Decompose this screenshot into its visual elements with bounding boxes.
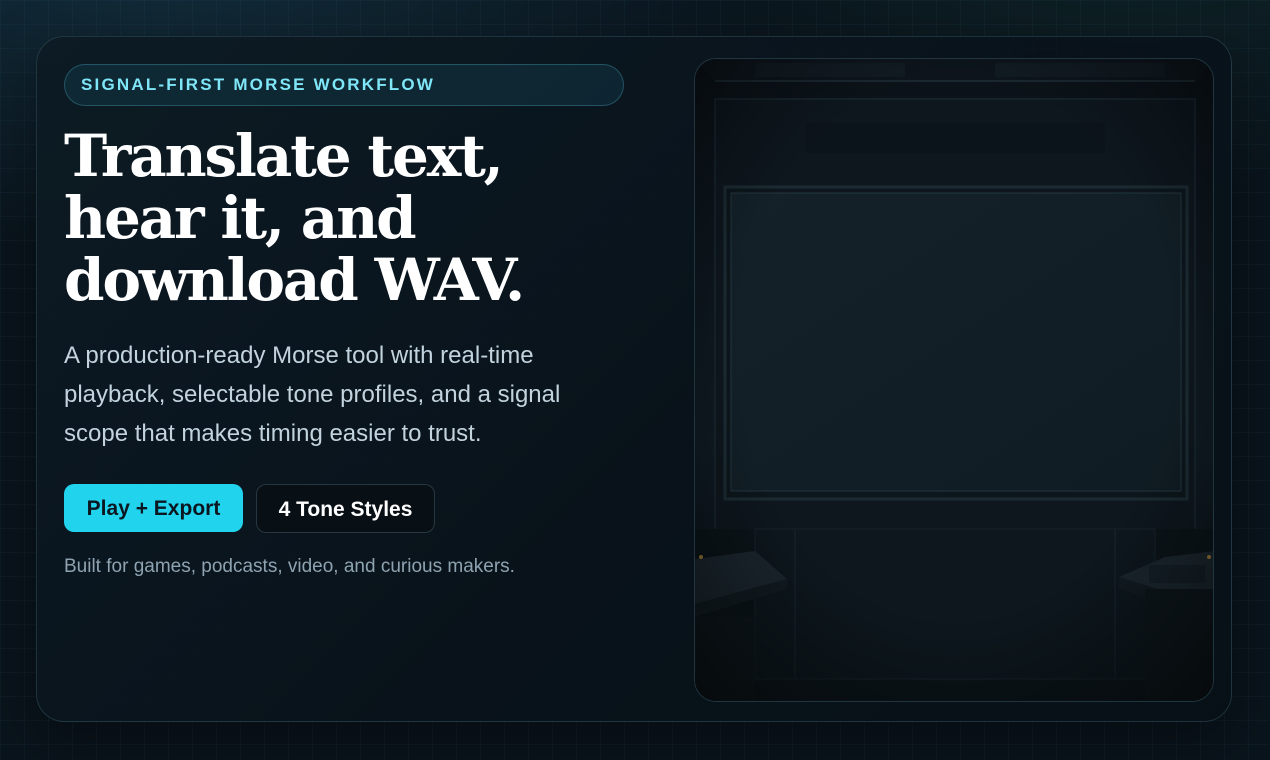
- hero-title: Translate text, hear it, and download WA…: [64, 125, 664, 311]
- hero-title-line-1: Translate text,: [64, 122, 504, 190]
- hero-title-line-3: download WAV.: [64, 246, 525, 314]
- hero-title-line-2: hear it, and: [64, 184, 417, 252]
- play-export-button[interactable]: Play + Export: [64, 484, 243, 532]
- radio-room-illustration-icon: [695, 59, 1213, 701]
- eyebrow-badge: SIGNAL-FIRST MORSE WORKFLOW: [64, 64, 624, 106]
- hero-description: A production-ready Morse tool with real-…: [64, 342, 561, 447]
- tone-styles-button[interactable]: 4 Tone Styles: [256, 484, 435, 533]
- hero-note: Built for games, podcasts, video, and cu…: [64, 556, 515, 577]
- radio-room-illustration: [694, 58, 1214, 702]
- hero-card: SIGNAL-FIRST MORSE WORKFLOW Translate te…: [36, 36, 1232, 722]
